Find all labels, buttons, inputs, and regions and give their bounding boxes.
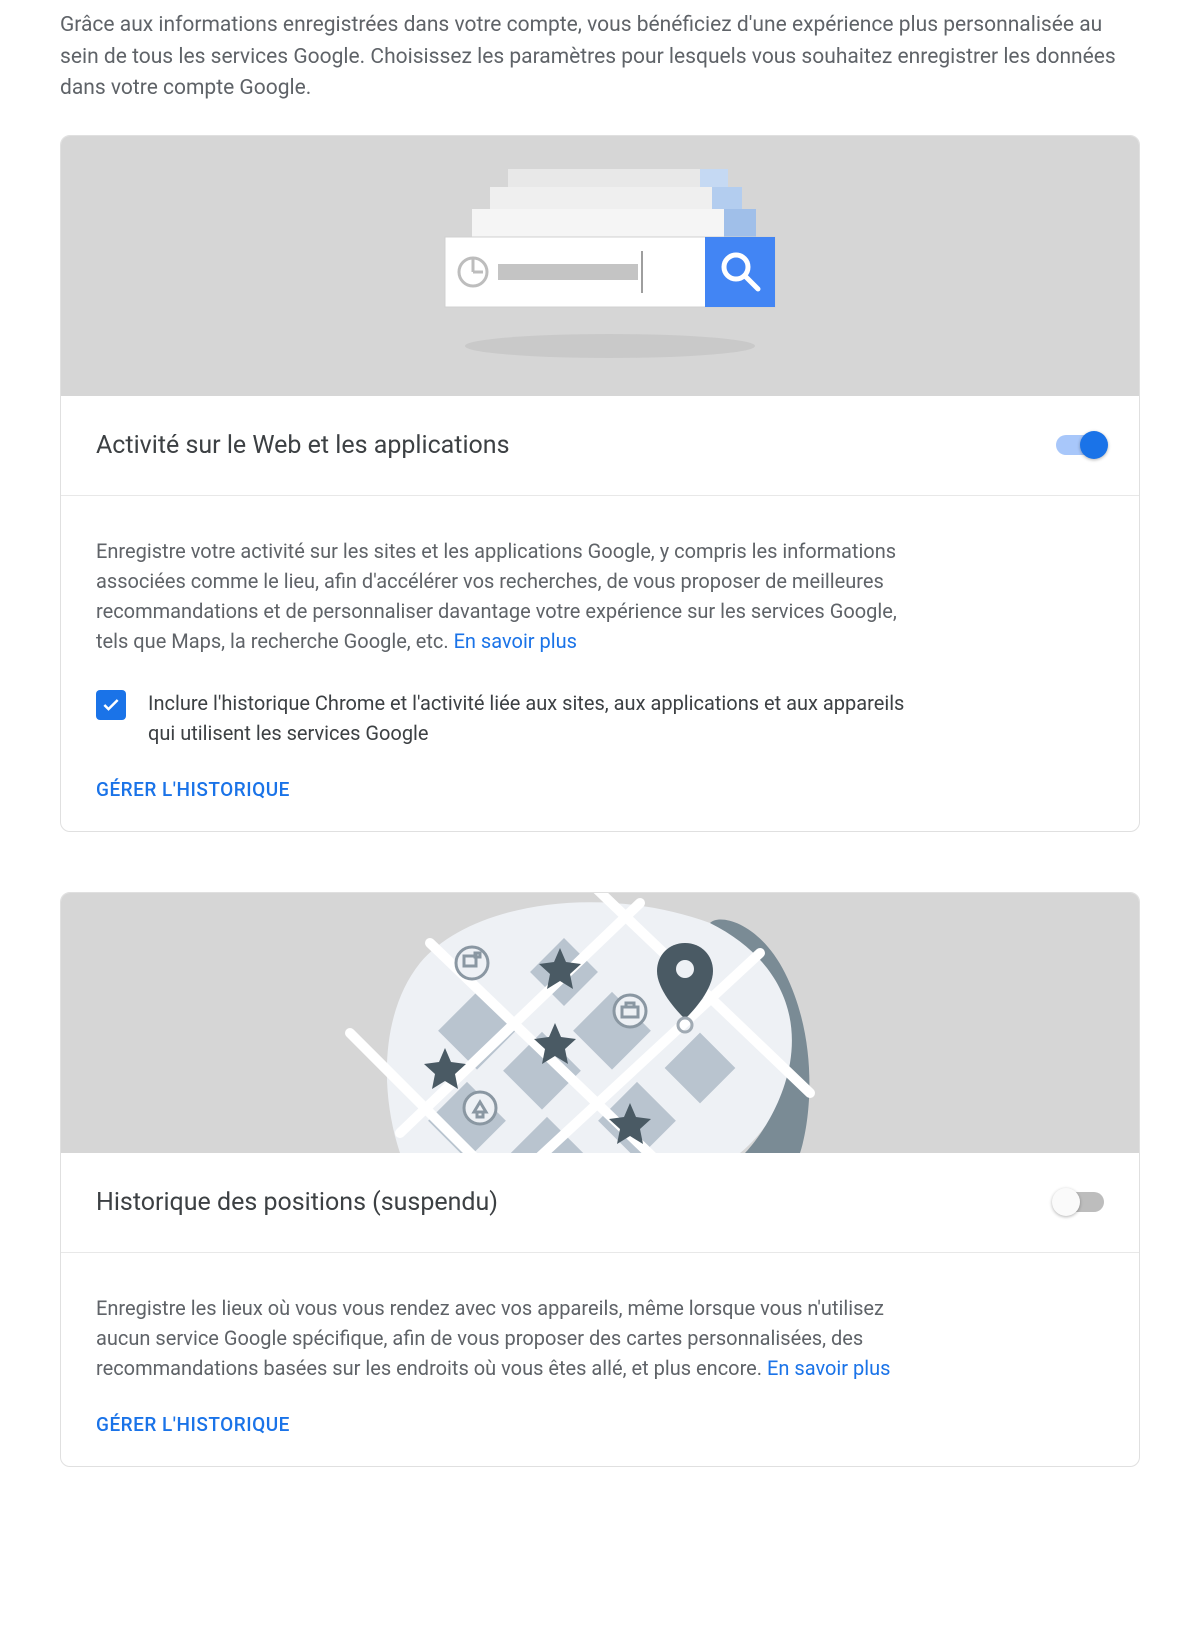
include-chrome-checkbox[interactable] (96, 690, 126, 720)
check-icon (101, 695, 121, 715)
intro-text: Grâce aux informations enregistrées dans… (60, 10, 1140, 105)
toggle-knob (1080, 431, 1108, 459)
manage-history-button-2[interactable]: GÉRER L'HISTORIQUE (96, 1413, 290, 1436)
location-history-header-row: Historique des positions (suspendu) (61, 1153, 1139, 1253)
location-history-body: Enregistre les lieux où vous vous rendez… (61, 1253, 1139, 1466)
web-app-activity-card: Activité sur le Web et les applications … (60, 135, 1140, 832)
location-history-title: Historique des positions (suspendu) (96, 1188, 498, 1217)
toggle-knob (1052, 1188, 1080, 1216)
web-activity-title: Activité sur le Web et les applications (96, 431, 510, 460)
search-illustration (61, 136, 1139, 396)
location-history-learn-more-link[interactable]: En savoir plus (767, 1356, 890, 1380)
include-chrome-label: Inclure l'historique Chrome et l'activit… (148, 688, 928, 748)
web-activity-description: Enregistre votre activité sur les sites … (96, 536, 916, 656)
include-chrome-row: Inclure l'historique Chrome et l'activit… (96, 688, 1104, 748)
web-activity-header-row: Activité sur le Web et les applications (61, 396, 1139, 496)
web-activity-learn-more-link[interactable]: En savoir plus (454, 629, 577, 653)
location-history-description-text: Enregistre les lieux où vous vous rendez… (96, 1296, 884, 1380)
location-history-card: Historique des positions (suspendu) Enre… (60, 892, 1140, 1467)
location-history-toggle[interactable] (1056, 1192, 1104, 1212)
manage-history-button-1[interactable]: GÉRER L'HISTORIQUE (96, 778, 290, 801)
location-history-description: Enregistre les lieux où vous vous rendez… (96, 1293, 916, 1383)
web-activity-toggle[interactable] (1056, 435, 1104, 455)
map-illustration (61, 893, 1139, 1153)
web-activity-body: Enregistre votre activité sur les sites … (61, 496, 1139, 831)
